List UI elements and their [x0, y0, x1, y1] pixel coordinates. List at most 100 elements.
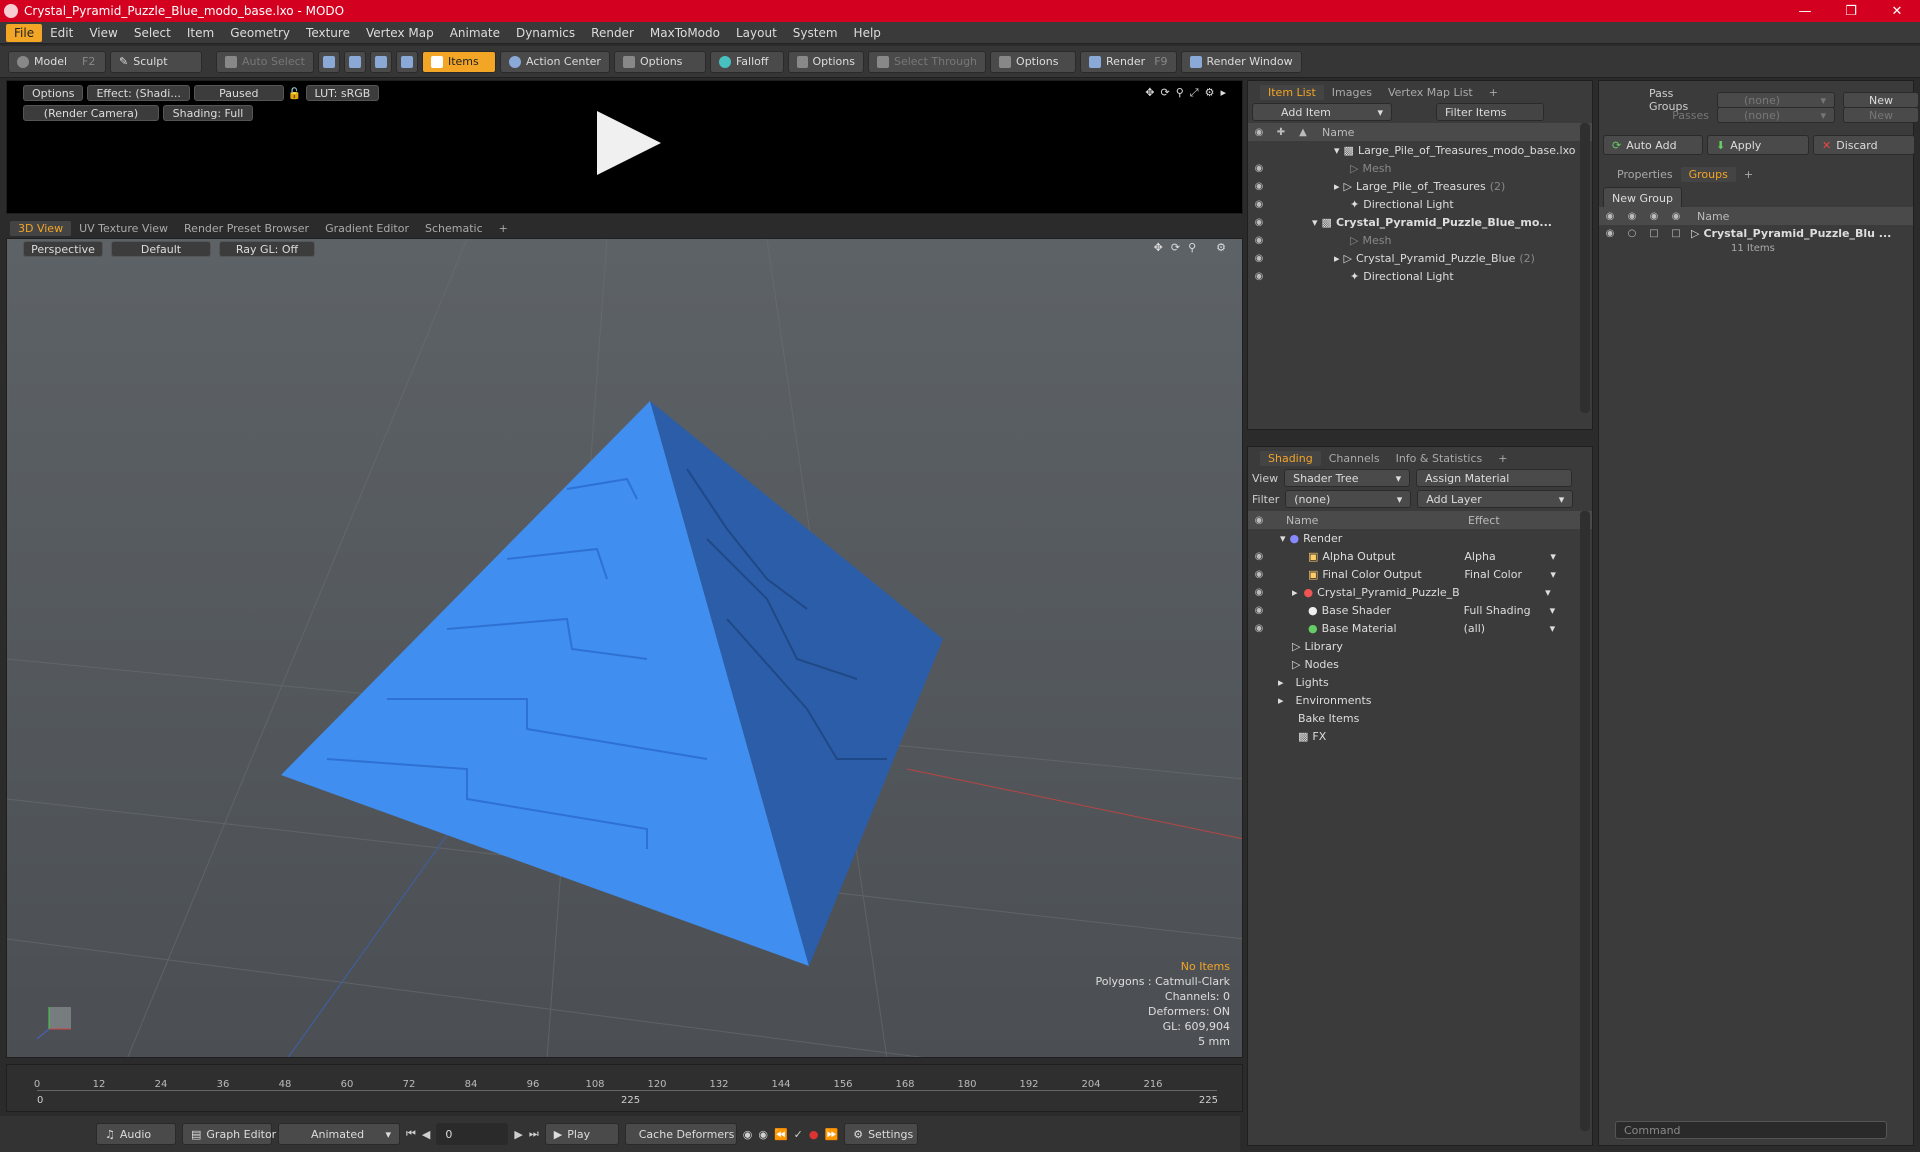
- list-item[interactable]: ◉ ▸ ▷ Large_Pile_of_Treasures (2): [1248, 177, 1592, 195]
- render-window-button[interactable]: Render Window: [1180, 50, 1302, 73]
- expand-arrow-icon[interactable]: ▾: [1280, 532, 1286, 545]
- menu-item[interactable]: Item: [179, 24, 222, 42]
- list-item[interactable]: ▷ Nodes: [1248, 655, 1592, 673]
- next-key-icon[interactable]: ⏩: [825, 1128, 839, 1141]
- action-center-button[interactable]: Action Center: [499, 50, 610, 73]
- lut-dropdown[interactable]: LUT: sRGB: [305, 85, 380, 101]
- menu-render[interactable]: Render: [583, 24, 642, 42]
- chevron-down-icon[interactable]: ▾: [1550, 568, 1556, 581]
- discard-button[interactable]: ✕ Discard: [1813, 135, 1915, 155]
- menu-edit[interactable]: Edit: [42, 24, 81, 42]
- scrollbar[interactable]: [1580, 511, 1590, 1131]
- tab-item-list[interactable]: Item List: [1260, 84, 1324, 100]
- menu-file[interactable]: File: [6, 23, 43, 42]
- select-vertices-button[interactable]: [317, 50, 340, 73]
- eye-icon[interactable]: ◉: [1248, 253, 1270, 264]
- select-polygons-button[interactable]: [369, 50, 392, 73]
- tab-schematic[interactable]: Schematic: [417, 221, 491, 236]
- items-button[interactable]: Items: [421, 50, 496, 73]
- render-button[interactable]: Render F9: [1080, 50, 1177, 73]
- effect-dropdown[interactable]: Effect: (Shadi...: [87, 85, 190, 101]
- tab-3d-view[interactable]: 3D View: [10, 220, 72, 236]
- expand-arrow-icon[interactable]: ▸: [1334, 180, 1340, 193]
- select-through-button[interactable]: Select Through: [867, 50, 987, 73]
- key-icon[interactable]: ◉: [743, 1128, 753, 1141]
- new-group-button[interactable]: New Group: [1603, 187, 1682, 209]
- chevron-down-icon[interactable]: ▾: [1550, 622, 1556, 635]
- audio-button[interactable]: ♫ Audio: [96, 1123, 176, 1145]
- list-item[interactable]: ◉ ▷ Mesh: [1248, 159, 1592, 177]
- prev-key-icon[interactable]: ⏪: [774, 1128, 788, 1141]
- maximize-icon[interactable]: ⤢: [1190, 86, 1199, 100]
- menu-view[interactable]: View: [81, 24, 125, 42]
- list-item[interactable]: ▾ ▩ Large_Pile_of_Treasures_modo_base.lxo: [1248, 141, 1592, 159]
- expand-arrow-icon[interactable]: ▸: [1278, 694, 1284, 707]
- tab-channels[interactable]: Channels: [1321, 451, 1388, 466]
- camera-dropdown[interactable]: (Render Camera): [23, 105, 159, 121]
- restore-icon[interactable]: ❐: [1828, 4, 1874, 19]
- close-icon[interactable]: ✕: [1874, 4, 1920, 19]
- list-item[interactable]: ◉ ○ □ □ ▷ Crystal_Pyramid_Puzzle_Blu ...: [1599, 225, 1913, 241]
- tab-images[interactable]: Images: [1324, 85, 1380, 100]
- list-item[interactable]: ▷ Library: [1248, 637, 1592, 655]
- last-frame-icon[interactable]: ⏭: [529, 1127, 539, 1141]
- add-tab-icon[interactable]: +: [1490, 451, 1515, 466]
- chevron-down-icon[interactable]: ▾: [1545, 586, 1551, 599]
- timeline[interactable]: 0 12 24 36 48 60 72 84 96 108 120 132 14…: [6, 1064, 1243, 1112]
- tab-vertex-map-list[interactable]: Vertex Map List: [1380, 85, 1481, 100]
- falloff-options-button[interactable]: Options: [787, 50, 864, 73]
- action-center-options-button[interactable]: Options: [613, 50, 706, 73]
- menu-animate[interactable]: Animate: [442, 24, 508, 42]
- tab-gradient-editor[interactable]: Gradient Editor: [317, 221, 417, 236]
- assign-material-button[interactable]: Assign Material: [1416, 469, 1573, 487]
- lock-icon[interactable]: 🔓: [288, 87, 302, 100]
- cache-deformers-button[interactable]: Cache Deformers: [624, 1123, 737, 1145]
- expand-arrow-icon[interactable]: ▾: [1312, 216, 1318, 229]
- list-item[interactable]: ◉ ▸ ● Crystal_Pyramid_Puzzle_Bl... ▾: [1248, 583, 1592, 601]
- new-pass-button[interactable]: New: [1843, 107, 1919, 123]
- tab-shading[interactable]: Shading: [1260, 450, 1321, 466]
- menu-geometry[interactable]: Geometry: [222, 24, 298, 42]
- expand-arrow-icon[interactable]: ▸: [1220, 86, 1226, 100]
- menu-system[interactable]: System: [785, 24, 846, 42]
- menu-vertex-map[interactable]: Vertex Map: [358, 24, 442, 42]
- eye-icon[interactable]: ◉: [1248, 551, 1270, 562]
- sculpt-button[interactable]: ✎ Sculpt: [110, 50, 202, 73]
- lock-icon[interactable]: □: [1643, 228, 1665, 239]
- falloff-button[interactable]: Falloff: [709, 50, 784, 73]
- tab-render-preset-browser[interactable]: Render Preset Browser: [176, 221, 317, 236]
- 3d-viewport[interactable]: Perspective Default Ray GL: Off ✥ ⟳ ⚲ ⚙ …: [6, 238, 1243, 1058]
- zoom-icon[interactable]: ⚲: [1176, 86, 1184, 100]
- eye-icon[interactable]: ◉: [1248, 569, 1270, 580]
- model-button[interactable]: Model F2: [8, 50, 106, 73]
- next-frame-icon[interactable]: ▶: [514, 1128, 522, 1141]
- select-icon[interactable]: □: [1665, 228, 1687, 239]
- rotate-icon[interactable]: ⟳: [1161, 86, 1170, 100]
- key-all-icon[interactable]: ◉: [758, 1128, 768, 1141]
- filter-dropdown[interactable]: (none) ▾: [1285, 490, 1412, 508]
- chevron-down-icon[interactable]: ▾: [1550, 550, 1556, 563]
- select-materials-button[interactable]: [395, 50, 418, 73]
- eye-icon[interactable]: ◉: [1599, 228, 1621, 239]
- shading-dropdown[interactable]: Shading: Full: [163, 105, 253, 121]
- menu-texture[interactable]: Texture: [298, 24, 358, 42]
- list-item[interactable]: ◉ ✦ Directional Light: [1248, 195, 1592, 213]
- settings-button[interactable]: ⚙ Settings: [844, 1123, 919, 1145]
- add-tab-icon[interactable]: +: [491, 221, 516, 236]
- tab-groups[interactable]: Groups: [1680, 166, 1736, 182]
- expand-arrow-icon[interactable]: ▸: [1278, 676, 1284, 689]
- graph-editor-button[interactable]: ▤ Graph Editor: [182, 1123, 276, 1145]
- paused-toggle[interactable]: Paused: [193, 85, 284, 101]
- play-render-icon[interactable]: [597, 111, 661, 175]
- tab-uv-texture-view[interactable]: UV Texture View: [71, 221, 176, 236]
- shader-tree-dropdown[interactable]: Shader Tree ▾: [1284, 469, 1411, 487]
- scrollbar[interactable]: [1580, 123, 1590, 413]
- eye-icon[interactable]: ◉: [1248, 199, 1270, 210]
- eye-icon[interactable]: ◉: [1248, 217, 1270, 228]
- command-input[interactable]: Command: [1615, 1121, 1887, 1139]
- auto-add-button[interactable]: ⟳ Auto Add: [1603, 135, 1703, 155]
- list-item[interactable]: ◉ ▷ Mesh: [1248, 231, 1592, 249]
- chevron-down-icon[interactable]: ▾: [1550, 604, 1556, 617]
- eye-icon[interactable]: ◉: [1248, 271, 1270, 282]
- record-icon[interactable]: ●: [809, 1128, 819, 1141]
